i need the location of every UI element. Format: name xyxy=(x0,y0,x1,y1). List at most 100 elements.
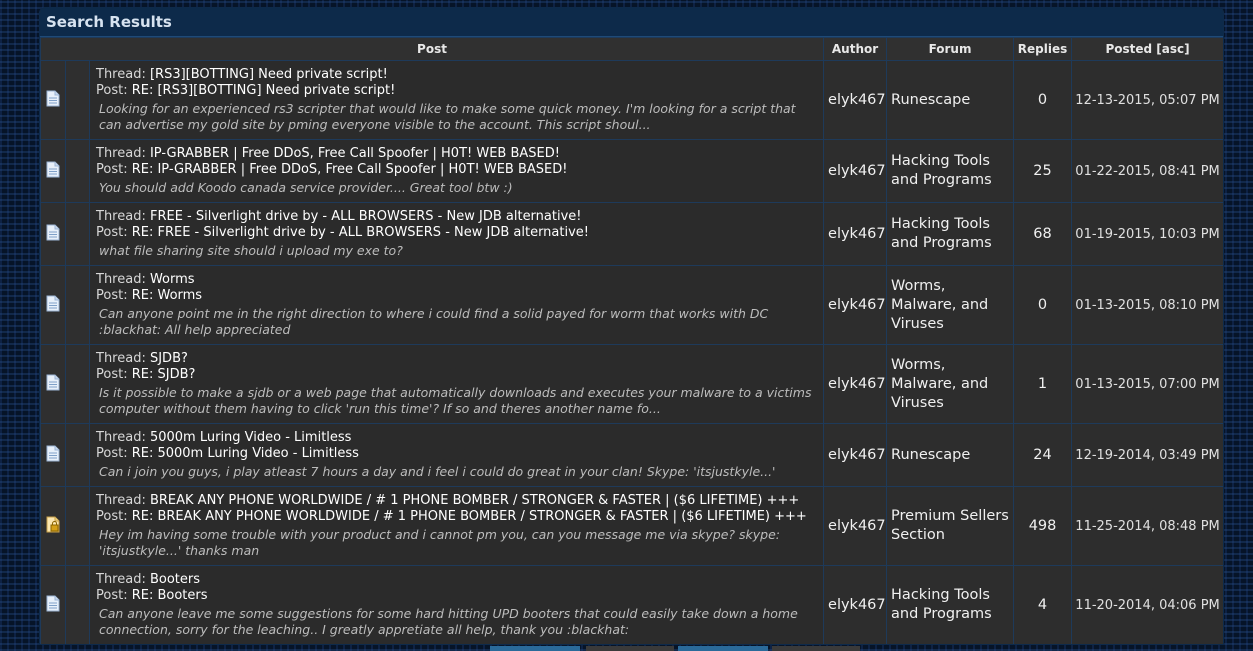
post-snippet: Can anyone leave me some suggestions for… xyxy=(99,606,798,637)
author-link[interactable]: elyk467 xyxy=(823,423,888,487)
thread-link[interactable]: Worms xyxy=(150,272,195,287)
thread-status-icon-cell xyxy=(40,265,66,345)
thread-link[interactable]: IP-GRABBER | Free DDoS, Free Call Spoofe… xyxy=(150,146,560,161)
thread-link[interactable]: 5000m Luring Video - Limitless xyxy=(150,430,351,445)
table-header-row: Post Author Forum Replies Posted [asc] xyxy=(40,37,1223,61)
post-label: Post: xyxy=(96,588,132,603)
page-button[interactable] xyxy=(772,646,860,651)
replies-count[interactable]: 4 xyxy=(1013,565,1073,644)
forum-link[interactable]: Runescape xyxy=(886,423,1015,487)
posted-date: 11-25-2014, 08:48 PM xyxy=(1071,486,1223,566)
post-cell: Thread: BREAK ANY PHONE WORLDWIDE / # 1 … xyxy=(88,486,825,566)
result-row: Thread: FREE - Silverlight drive by - AL… xyxy=(40,202,1223,266)
thread-link[interactable]: BREAK ANY PHONE WORLDWIDE / # 1 PHONE BO… xyxy=(150,493,799,508)
author-link[interactable]: elyk467 xyxy=(823,265,888,345)
forum-link[interactable]: Worms, Malware, and Viruses xyxy=(886,344,1015,424)
column-header-posted[interactable]: Posted [asc] xyxy=(1071,37,1223,61)
thread-link[interactable]: Booters xyxy=(150,572,200,587)
thread-link[interactable]: [RS3][BOTTING] Need private script! xyxy=(150,67,388,82)
result-row: Thread: SJDB? Post: RE: SJDB? Is it possib… xyxy=(40,344,1223,424)
result-row: Thread: [RS3][BOTTING] Need private scri… xyxy=(40,60,1223,140)
search-results-panel: Search Results Post Author Forum Replies… xyxy=(39,7,1224,645)
author-link[interactable]: elyk467 xyxy=(823,60,888,140)
replies-count[interactable]: 498 xyxy=(1013,486,1073,566)
thread-link[interactable]: SJDB? xyxy=(150,351,188,366)
posted-date: 01-22-2015, 08:41 PM xyxy=(1071,139,1223,203)
posted-date: 01-13-2015, 08:10 PM xyxy=(1071,265,1223,345)
document-icon xyxy=(46,224,60,245)
row-spacer xyxy=(65,423,90,487)
panel-title: Search Results xyxy=(40,8,1223,37)
replies-count[interactable]: 1 xyxy=(1013,344,1073,424)
posted-date: 12-19-2014, 03:49 PM xyxy=(1071,423,1223,487)
post-label: Post: xyxy=(96,367,132,382)
locked-document-icon xyxy=(46,516,60,537)
author-link[interactable]: elyk467 xyxy=(823,202,888,266)
replies-count[interactable]: 24 xyxy=(1013,423,1073,487)
thread-status-icon-cell xyxy=(40,565,66,644)
replies-count[interactable]: 0 xyxy=(1013,60,1073,140)
row-spacer xyxy=(65,565,90,644)
posted-date: 01-19-2015, 10:03 PM xyxy=(1071,202,1223,266)
post-label: Post: xyxy=(96,446,132,461)
row-spacer xyxy=(65,202,90,266)
thread-label: Thread: xyxy=(96,209,150,224)
post-link[interactable]: RE: BREAK ANY PHONE WORLDWIDE / # 1 PHON… xyxy=(132,509,807,524)
result-row: Thread: IP-GRABBER | Free DDoS, Free Cal… xyxy=(40,139,1223,203)
post-link[interactable]: RE: IP-GRABBER | Free DDoS, Free Call Sp… xyxy=(132,162,568,177)
result-row: Thread: 5000m Luring Video - Limitless Po… xyxy=(40,423,1223,487)
post-cell: Thread: SJDB? Post: RE: SJDB? Is it possib… xyxy=(88,344,825,424)
document-icon xyxy=(46,90,60,111)
post-snippet: Is it possible to make a sjdb or a web p… xyxy=(99,385,812,416)
post-snippet: Can anyone point me in the right directi… xyxy=(99,306,769,337)
post-link[interactable]: RE: SJDB? xyxy=(132,367,196,382)
result-row: Thread: Worms Post: RE: Worms Can anyone p… xyxy=(40,265,1223,345)
thread-label: Thread: xyxy=(96,272,150,287)
replies-count[interactable]: 25 xyxy=(1013,139,1073,203)
post-label: Post: xyxy=(96,162,132,177)
post-snippet: Looking for an experienced rs3 scripter … xyxy=(99,101,796,132)
thread-status-icon-cell xyxy=(40,423,66,487)
thread-status-icon-cell xyxy=(40,202,66,266)
author-link[interactable]: elyk467 xyxy=(823,486,888,566)
document-icon xyxy=(46,374,60,395)
forum-link[interactable]: Premium Sellers Section xyxy=(886,486,1015,566)
forum-link[interactable]: Worms, Malware, and Viruses xyxy=(886,265,1015,345)
post-link[interactable]: RE: FREE - Silverlight drive by - ALL BR… xyxy=(132,225,589,240)
author-link[interactable]: elyk467 xyxy=(823,565,888,644)
author-link[interactable]: elyk467 xyxy=(823,139,888,203)
post-cell: Thread: FREE - Silverlight drive by - AL… xyxy=(88,202,825,266)
post-link[interactable]: RE: [RS3][BOTTING] Need private script! xyxy=(132,83,396,98)
author-link[interactable]: elyk467 xyxy=(823,344,888,424)
results-table: Post Author Forum Replies Posted [asc] T… xyxy=(40,37,1223,644)
thread-link[interactable]: FREE - Silverlight drive by - ALL BROWSE… xyxy=(150,209,582,224)
document-icon xyxy=(46,445,60,466)
thread-label: Thread: xyxy=(96,493,150,508)
page-button[interactable] xyxy=(490,646,580,651)
forum-link[interactable]: Hacking Tools and Programs xyxy=(886,139,1015,203)
posted-date: 01-13-2015, 07:00 PM xyxy=(1071,344,1223,424)
replies-count[interactable]: 68 xyxy=(1013,202,1073,266)
document-icon xyxy=(46,161,60,182)
column-header-author[interactable]: Author xyxy=(823,37,888,61)
column-header-forum[interactable]: Forum xyxy=(886,37,1015,61)
post-link[interactable]: RE: Worms xyxy=(132,288,202,303)
column-header-replies[interactable]: Replies xyxy=(1013,37,1073,61)
post-cell: Thread: IP-GRABBER | Free DDoS, Free Cal… xyxy=(88,139,825,203)
forum-link[interactable]: Hacking Tools and Programs xyxy=(886,565,1015,644)
row-spacer xyxy=(65,265,90,345)
page-button[interactable] xyxy=(586,646,674,651)
result-row: Thread: Booters Post: RE: Booters Can anyo… xyxy=(40,565,1223,644)
page-button[interactable] xyxy=(678,646,768,651)
forum-link[interactable]: Hacking Tools and Programs xyxy=(886,202,1015,266)
row-spacer xyxy=(65,486,90,566)
forum-link[interactable]: Runescape xyxy=(886,60,1015,140)
replies-count[interactable]: 0 xyxy=(1013,265,1073,345)
row-spacer xyxy=(65,139,90,203)
posted-date: 12-13-2015, 05:07 PM xyxy=(1071,60,1223,140)
thread-label: Thread: xyxy=(96,430,150,445)
thread-status-icon-cell xyxy=(40,486,66,566)
post-link[interactable]: RE: 5000m Luring Video - Limitless xyxy=(132,446,359,461)
post-link[interactable]: RE: Booters xyxy=(132,588,208,603)
post-cell: Thread: [RS3][BOTTING] Need private scri… xyxy=(88,60,825,140)
